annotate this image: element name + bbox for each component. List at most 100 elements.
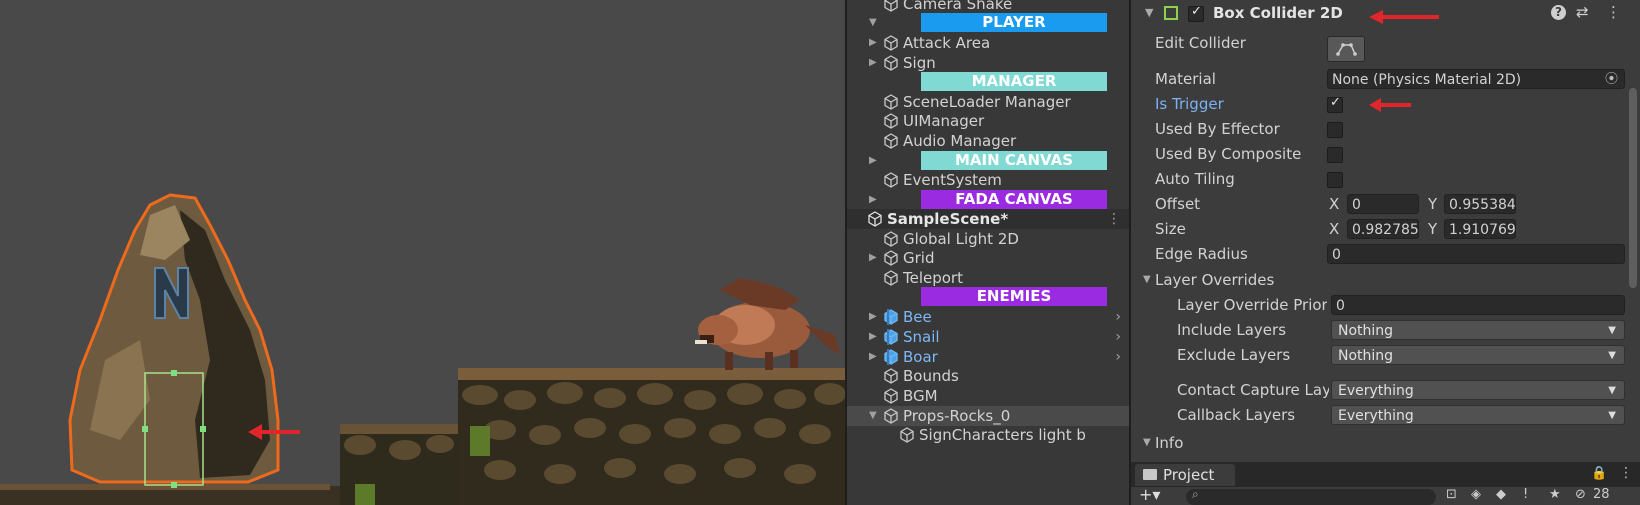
component-header[interactable]: ▼ Box Collider 2D ? ⇄ ⋮	[1131, 0, 1640, 28]
hierarchy-banner-fada-canvas[interactable]: ▶ FADA CANVAS	[847, 190, 1129, 210]
help-icon[interactable]: ?	[1551, 5, 1566, 20]
object-picker-icon[interactable]: ⦿	[1605, 70, 1618, 88]
add-icon[interactable]: +▾	[1139, 485, 1160, 504]
hierarchy-item[interactable]: SignCharacters light b	[847, 425, 1129, 445]
used-by-composite-checkbox[interactable]	[1327, 147, 1343, 163]
size-y-field[interactable]: 1.910769	[1444, 219, 1516, 239]
search-input[interactable]: ⌕	[1186, 487, 1436, 505]
hierarchy-item[interactable]: ▶ Snail ›	[847, 327, 1129, 347]
layer-overrides-foldout-icon[interactable]: ▼	[1143, 274, 1151, 285]
layer-overrides-label[interactable]: Layer Overrides	[1155, 269, 1274, 291]
layer-override-priority-label: Layer Override Priori	[1177, 296, 1327, 314]
hierarchy-item[interactable]: SceneLoader Manager	[847, 92, 1129, 112]
contact-capture-dropdown[interactable]: Everything ▼	[1331, 380, 1625, 400]
hierarchy-item[interactable]: Camera Shake	[847, 0, 1129, 14]
scene-canvas	[0, 193, 845, 505]
offset-y-label: Y	[1428, 195, 1438, 213]
include-layers-label: Include Layers	[1177, 321, 1287, 339]
banner-label: MANAGER	[921, 72, 1107, 91]
label-filter-icon[interactable]: ◆	[1496, 487, 1506, 502]
material-field[interactable]: None (Physics Material 2D) ⦿	[1327, 69, 1625, 89]
scene-view[interactable]	[0, 0, 845, 505]
more-options-icon[interactable]: ⋮	[1107, 209, 1121, 229]
hierarchy-item[interactable]: Bounds	[847, 366, 1129, 386]
hierarchy-item-label: Props-Rocks_0	[903, 407, 1011, 425]
filter-icon[interactable]: ⊡	[1446, 487, 1457, 502]
collapse-arrow-icon[interactable]: ▶	[869, 307, 877, 327]
hierarchy-item[interactable]: ▶ Sign	[847, 53, 1129, 73]
more-options-icon[interactable]: ⋮	[1619, 465, 1633, 481]
size-label: Size	[1155, 220, 1186, 238]
layer-override-priority-field[interactable]: 0	[1331, 295, 1625, 315]
collapse-arrow-icon[interactable]: ▶	[869, 347, 877, 367]
hierarchy-banner-main-canvas[interactable]: ▶ MAIN CANVAS	[847, 151, 1129, 171]
collapse-arrow-icon[interactable]: ▶	[869, 248, 877, 268]
gameobject-icon	[884, 250, 898, 266]
hierarchy-item[interactable]: UIManager	[847, 111, 1129, 131]
used-by-effector-label: Used By Effector	[1155, 120, 1280, 138]
prefab-override-bar	[887, 329, 889, 345]
type-filter-icon[interactable]: ◈	[1471, 487, 1481, 502]
hierarchy-item-label: Attack Area	[903, 34, 991, 52]
collapse-arrow-icon[interactable]: ▶	[869, 53, 877, 73]
edge-radius-label: Edge Radius	[1155, 245, 1248, 263]
inspector-scrollbar[interactable]	[1629, 88, 1637, 288]
offset-x-field[interactable]: 0	[1347, 194, 1419, 214]
hidden-count-icon[interactable]: ⊘	[1575, 487, 1586, 502]
foldout-arrow-icon[interactable]: ▼	[1145, 6, 1153, 19]
search-icon: ⌕	[1192, 487, 1199, 501]
hierarchy-banner-enemies[interactable]: ENEMIES	[847, 287, 1129, 307]
hierarchy-banner-player[interactable]: ▼ PLAYER	[847, 13, 1129, 33]
contact-capture-value: Everything	[1338, 383, 1414, 399]
is-trigger-checkbox[interactable]	[1327, 95, 1343, 113]
chevron-right-icon[interactable]: ›	[1115, 327, 1121, 347]
collapse-arrow-icon[interactable]: ▶	[869, 190, 877, 210]
callback-layers-dropdown[interactable]: Everything ▼	[1331, 405, 1625, 425]
hierarchy-item[interactable]: ▶ Bee ›	[847, 307, 1129, 327]
collapse-arrow-icon[interactable]: ▶	[869, 151, 877, 171]
gameobject-icon	[884, 0, 898, 12]
chevron-right-icon[interactable]: ›	[1115, 347, 1121, 367]
size-x-field[interactable]: 0.982785	[1347, 219, 1419, 239]
auto-tiling-checkbox[interactable]	[1327, 172, 1343, 188]
hierarchy-item[interactable]: Audio Manager	[847, 131, 1129, 151]
hierarchy-item[interactable]: EventSystem	[847, 170, 1129, 190]
expand-arrow-icon[interactable]: ▼	[869, 13, 877, 33]
include-layers-dropdown[interactable]: Nothing ▼	[1331, 320, 1625, 340]
hierarchy-item-label: Bounds	[903, 367, 959, 385]
hierarchy-item[interactable]: ▶ Attack Area	[847, 33, 1129, 53]
star-icon[interactable]: ★	[1549, 487, 1561, 502]
info-foldout-icon[interactable]: ▼	[1143, 437, 1151, 448]
collapse-arrow-icon[interactable]: ▶	[869, 327, 877, 347]
exclude-layers-dropdown[interactable]: Nothing ▼	[1331, 345, 1625, 365]
more-options-icon[interactable]: ⋮	[1606, 3, 1621, 21]
used-by-effector-checkbox[interactable]	[1327, 122, 1343, 138]
hierarchy-item-label: SceneLoader Manager	[903, 93, 1071, 111]
hierarchy-item[interactable]: ▶ Grid	[847, 248, 1129, 268]
offset-y-field[interactable]: 0.955384	[1444, 194, 1516, 214]
hierarchy-item[interactable]: BGM	[847, 386, 1129, 406]
tab-project[interactable]: Project	[1135, 464, 1235, 486]
offset-label: Offset	[1155, 195, 1201, 213]
presets-icon[interactable]: ⇄	[1576, 3, 1589, 21]
expand-arrow-icon[interactable]: ▼	[869, 406, 877, 426]
info-label[interactable]: Info	[1155, 432, 1183, 454]
hierarchy-item-label: EventSystem	[903, 171, 1002, 189]
hierarchy-item[interactable]: Global Light 2D	[847, 229, 1129, 249]
warning-icon[interactable]: !	[1523, 487, 1528, 502]
hierarchy-banner-manager[interactable]: MANAGER	[847, 72, 1129, 92]
gameobject-icon	[884, 55, 898, 71]
lock-icon[interactable]: 🔒	[1591, 466, 1607, 481]
component-enabled-checkbox[interactable]	[1188, 4, 1204, 22]
hierarchy-panel[interactable]: Camera Shake ▼ PLAYER ▶ Attack Area ▶ Sign MANA…	[847, 0, 1129, 505]
edge-radius-field[interactable]: 0	[1327, 244, 1625, 264]
hierarchy-item[interactable]: ▶ Boar ›	[847, 347, 1129, 367]
hierarchy-item[interactable]: SampleScene* ⋮	[847, 209, 1129, 229]
collapse-arrow-icon[interactable]: ▶	[869, 33, 877, 53]
hierarchy-item[interactable]: ▼ Props-Rocks_0	[847, 406, 1129, 426]
gameobject-icon	[884, 231, 898, 247]
edit-collider-button[interactable]	[1327, 36, 1365, 62]
chevron-right-icon[interactable]: ›	[1115, 307, 1121, 327]
hierarchy-item-label: Camera Shake	[903, 0, 1013, 13]
hierarchy-item[interactable]: Teleport	[847, 268, 1129, 288]
